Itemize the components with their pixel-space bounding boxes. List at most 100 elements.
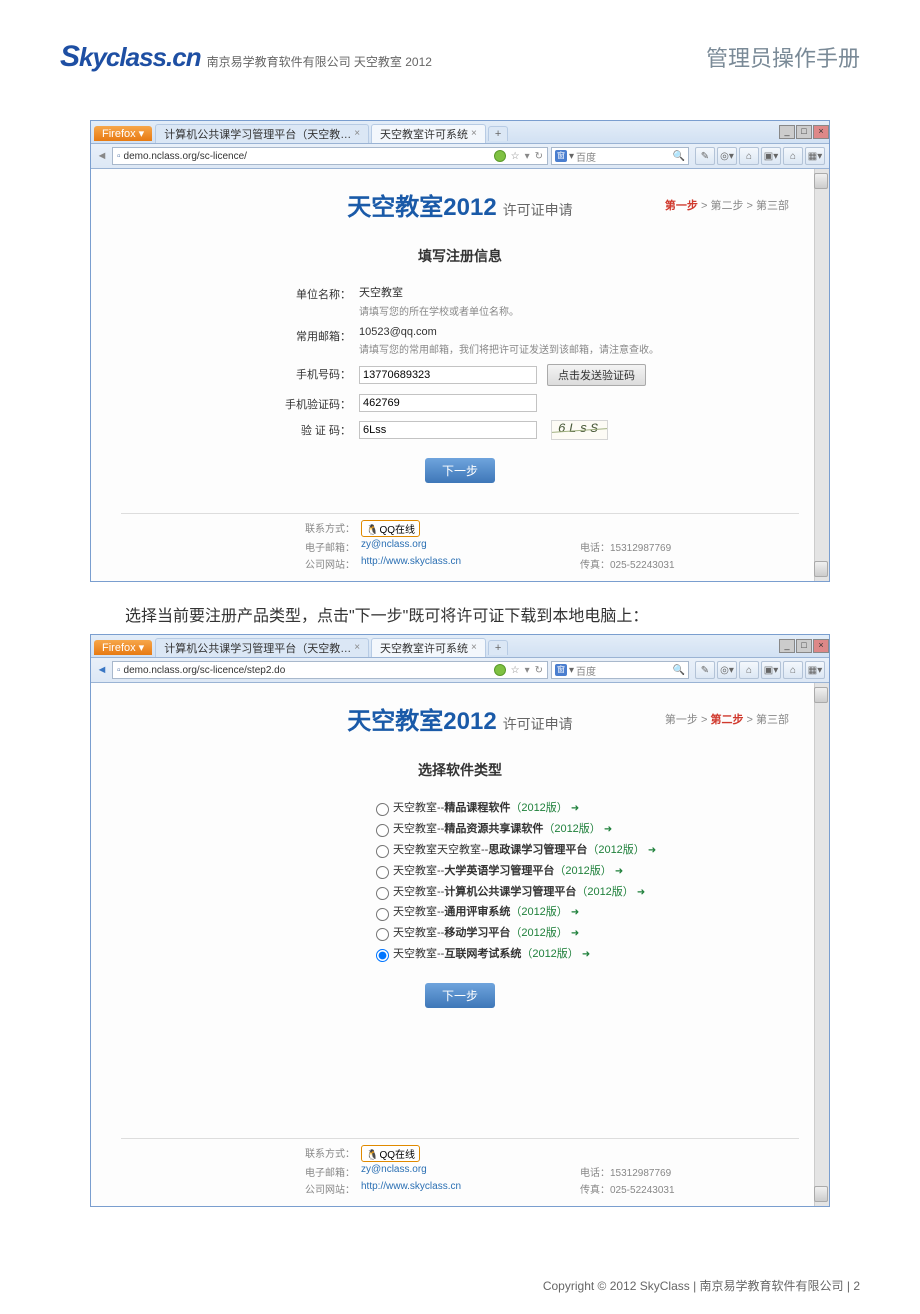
step-indicator: 第一步 > 第二步 > 第三部 <box>665 197 789 213</box>
software-radio[interactable] <box>376 887 389 900</box>
search-box[interactable]: 窗 ▾ 百度 🔍 <box>551 147 689 165</box>
tool-icon[interactable]: ▣▾ <box>761 147 781 165</box>
bookmark-icon[interactable]: ☆ <box>511 151 520 162</box>
scrollbar[interactable] <box>814 683 829 1206</box>
software-option[interactable]: 天空教室--大学英语学习管理平台（2012版）➜ <box>371 861 799 882</box>
firefox-menu-button[interactable]: Firefox ▾ <box>94 126 152 141</box>
unit-hint: 请填写您的所在学校或者单位名称。 <box>359 303 519 318</box>
footer-site[interactable]: http://www.skyclass.cn <box>361 556 461 567</box>
baidu-icon: 窗 <box>555 150 567 162</box>
apps-icon[interactable]: ▦▾ <box>805 147 825 165</box>
unit-value: 天空教室 <box>359 284 519 300</box>
tool-icon[interactable]: ✎ <box>695 661 715 679</box>
tab-close-icon[interactable]: × <box>471 642 477 653</box>
bookmark-icon[interactable]: ☆ <box>511 665 520 676</box>
arrow-icon: ➜ <box>648 845 656 856</box>
email-value: 10523@qq.com <box>359 326 659 338</box>
site-footer: 联系方式： QQ在线 电子邮箱： zy@nclass.org 电话：153129… <box>121 1138 799 1196</box>
email-hint: 请填写您的常用邮箱，我们将把许可证发送到该邮箱，请注意查收。 <box>359 341 659 356</box>
tab-close-icon[interactable]: × <box>354 128 360 139</box>
arrow-icon: ➜ <box>637 887 645 898</box>
reload-icon[interactable]: ↻ <box>535 665 543 676</box>
search-icon[interactable]: 🔍 <box>673 665 685 676</box>
page-id-icon: ▫ <box>117 665 121 676</box>
software-type-list: 天空教室--精品课程软件（2012版）➜天空教室--精品资源共享课软件（2012… <box>371 798 799 965</box>
footer-site[interactable]: http://www.skyclass.cn <box>361 1181 461 1192</box>
section-title: 选择软件类型 <box>121 760 799 780</box>
back-button[interactable]: ◄ <box>95 663 109 677</box>
window-buttons[interactable]: _□× <box>778 125 829 139</box>
dropdown-icon[interactable]: ▾ <box>525 151 530 162</box>
software-radio[interactable] <box>376 928 389 941</box>
url-text: demo.nclass.org/sc-licence/ <box>124 151 489 162</box>
software-option[interactable]: 天空教室天空教室--思政课学习管理平台（2012版）➜ <box>371 840 799 861</box>
next-button[interactable]: 下一步 <box>425 458 495 483</box>
dropdown-icon[interactable]: ▾ <box>525 665 530 676</box>
logo-text: Skyclass.cn <box>60 40 201 74</box>
tab-close-icon[interactable]: × <box>354 642 360 653</box>
search-box[interactable]: 窗 ▾ 百度 🔍 <box>551 661 689 679</box>
software-option[interactable]: 天空教室--通用评审系统（2012版）➜ <box>371 902 799 923</box>
window-buttons[interactable]: _□× <box>778 639 829 653</box>
section-title: 填写注册信息 <box>121 246 799 266</box>
qq-badge[interactable]: QQ在线 <box>361 1145 420 1162</box>
software-option[interactable]: 天空教室--精品课程软件（2012版）➜ <box>371 798 799 819</box>
tab-close-icon[interactable]: × <box>471 128 477 139</box>
next-button[interactable]: 下一步 <box>425 983 495 1008</box>
baidu-icon: 窗 <box>555 664 567 676</box>
captcha-label: 验 证 码： <box>121 420 359 438</box>
software-radio[interactable] <box>376 803 389 816</box>
footer-email[interactable]: zy@nclass.org <box>361 539 427 550</box>
new-tab-button[interactable]: + <box>488 640 508 655</box>
software-radio[interactable] <box>376 845 389 858</box>
tool-icon[interactable]: ✎ <box>695 147 715 165</box>
tab-2[interactable]: 天空教室许可系统× <box>371 124 486 143</box>
arrow-icon: ➜ <box>615 866 623 877</box>
captcha-input[interactable] <box>359 421 537 439</box>
tool-icon[interactable]: ⌂ <box>783 147 803 165</box>
footer-email[interactable]: zy@nclass.org <box>361 1164 427 1175</box>
home-icon[interactable]: ⌂ <box>739 661 759 679</box>
send-sms-button[interactable]: 点击发送验证码 <box>547 364 646 386</box>
instruction-text: 选择当前要注册产品类型，点击"下一步"既可将许可证下载到本地电脑上： <box>125 602 795 626</box>
software-radio[interactable] <box>376 866 389 879</box>
new-tab-button[interactable]: + <box>488 126 508 141</box>
scrollbar[interactable] <box>814 169 829 581</box>
arrow-icon: ➜ <box>571 907 579 918</box>
software-radio[interactable] <box>376 949 389 962</box>
software-option[interactable]: 天空教室--精品资源共享课软件（2012版）➜ <box>371 819 799 840</box>
arrow-icon: ➜ <box>571 803 579 814</box>
software-radio[interactable] <box>376 908 389 921</box>
qq-badge[interactable]: QQ在线 <box>361 520 420 537</box>
arrow-icon: ➜ <box>604 824 612 835</box>
url-bar[interactable]: ▫ demo.nclass.org/sc-licence/ ☆ ▾ ↻ <box>112 147 548 165</box>
step-indicator: 第一步 > 第二步 > 第三部 <box>665 711 789 727</box>
reload-icon[interactable]: ↻ <box>535 151 543 162</box>
firefox-menu-button[interactable]: Firefox ▾ <box>94 640 152 655</box>
email-label: 常用邮箱： <box>121 326 359 344</box>
phone-label: 手机号码： <box>121 364 359 382</box>
apps-icon[interactable]: ▦▾ <box>805 661 825 679</box>
tab-1[interactable]: 计算机公共课学习管理平台（天空教…× <box>155 638 369 657</box>
screenshot-2: Firefox ▾ 计算机公共课学习管理平台（天空教…× 天空教室许可系统× +… <box>90 634 830 1207</box>
tool-icon[interactable]: ◎▾ <box>717 147 737 165</box>
doc-header: Skyclass.cn 南京易学教育软件有限公司 天空教室 2012 管理员操作… <box>60 40 860 80</box>
software-option[interactable]: 天空教室--计算机公共课学习管理平台（2012版）➜ <box>371 882 799 903</box>
home-icon[interactable]: ⌂ <box>739 147 759 165</box>
tool-icon[interactable]: ◎▾ <box>717 661 737 679</box>
software-option[interactable]: 天空教室--移动学习平台（2012版）➜ <box>371 923 799 944</box>
phone-input[interactable] <box>359 366 537 384</box>
back-button[interactable]: ◄ <box>95 149 109 163</box>
tab-1[interactable]: 计算机公共课学习管理平台（天空教…× <box>155 124 369 143</box>
software-radio[interactable] <box>376 824 389 837</box>
arrow-icon: ➜ <box>571 928 579 939</box>
url-bar[interactable]: ▫ demo.nclass.org/sc-licence/step2.do ☆ … <box>112 661 548 679</box>
captcha-image[interactable]: 6LsS <box>551 420 608 440</box>
software-option[interactable]: 天空教室--互联网考试系统（2012版）➜ <box>371 944 799 965</box>
tab-2[interactable]: 天空教室许可系统× <box>371 638 486 657</box>
smscode-input[interactable] <box>359 394 537 412</box>
search-icon[interactable]: 🔍 <box>673 151 685 162</box>
tool-icon[interactable]: ⌂ <box>783 661 803 679</box>
security-icon <box>494 664 506 676</box>
tool-icon[interactable]: ▣▾ <box>761 661 781 679</box>
